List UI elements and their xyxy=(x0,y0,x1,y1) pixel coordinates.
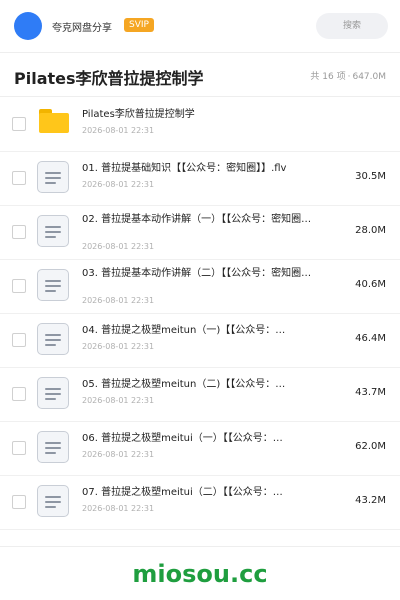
folder-icon xyxy=(39,109,69,133)
list-item[interactable]: 06. 普拉提之极塑meitui（一）【【公众号：… 2026-08-01 22… xyxy=(0,421,400,476)
item-name: 03. 普拉提基本动作讲解（二）【【公众号：密知圈… xyxy=(82,268,312,279)
item-date: 2026-08-01 22:31 xyxy=(82,396,155,405)
item-date: 2026-08-01 22:31 xyxy=(82,126,155,135)
item-size: 30.5M xyxy=(355,171,386,182)
list-item[interactable]: 01. 普拉提基础知识【【公众号：密知圈】】.flv 2026-08-01 22… xyxy=(0,151,400,206)
document-icon xyxy=(37,485,69,517)
folder-meta: 共 16 项 · 647.0M xyxy=(310,69,386,82)
item-date: 2026-08-01 22:31 xyxy=(82,242,155,251)
header-divider xyxy=(0,52,400,53)
meta-separator: · xyxy=(347,72,351,82)
select-checkbox[interactable] xyxy=(12,279,26,293)
item-count: 共 16 项 xyxy=(310,72,346,82)
item-name: 04. 普拉提之极塑meitun（一)【【公众号：… xyxy=(82,325,286,336)
avatar[interactable] xyxy=(14,12,42,40)
item-size: 43.2M xyxy=(355,495,386,506)
svip-badge: SVIP xyxy=(124,18,154,32)
search-placeholder: 搜索 xyxy=(342,21,361,31)
select-checkbox[interactable] xyxy=(12,333,26,347)
select-checkbox[interactable] xyxy=(12,495,26,509)
item-name: 02. 普拉提基本动作讲解（一）【【公众号：密知圈… xyxy=(82,214,312,225)
select-checkbox[interactable] xyxy=(12,441,26,455)
document-icon xyxy=(37,323,69,355)
item-size: 40.6M xyxy=(355,279,386,290)
total-size: 647.0M xyxy=(352,72,386,82)
item-name: 06. 普拉提之极塑meitui（一）【【公众号：… xyxy=(82,433,283,444)
share-title: 夸克网盘分享 xyxy=(52,23,112,34)
item-name: 01. 普拉提基础知识【【公众号：密知圈】】.flv xyxy=(82,163,287,174)
top-bar: 夸克网盘分享 SVIP 搜索 xyxy=(0,0,400,52)
list-item[interactable]: Pilates李欣普拉提控制学 2026-08-01 22:31 xyxy=(0,97,400,152)
list-item[interactable]: 02. 普拉提基本动作讲解（一）【【公众号：密知圈… 2026-08-01 22… xyxy=(0,205,400,260)
item-date: 2026-08-01 22:31 xyxy=(82,296,155,305)
list-item[interactable]: 05. 普拉提之极塑meitun（二)【【公众号：… 2026-08-01 22… xyxy=(0,367,400,422)
document-icon xyxy=(37,215,69,247)
item-name: 05. 普拉提之极塑meitun（二)【【公众号：… xyxy=(82,379,286,390)
select-checkbox[interactable] xyxy=(12,117,26,131)
item-size: 28.0M xyxy=(355,225,386,236)
list-item[interactable]: 04. 普拉提之极塑meitun（一)【【公众号：… 2026-08-01 22… xyxy=(0,313,400,368)
select-checkbox[interactable] xyxy=(12,171,26,185)
item-name: 07. 普拉提之极塑meitui（二）【【公众号：… xyxy=(82,487,283,498)
footer-divider xyxy=(0,546,400,547)
item-size: 46.4M xyxy=(355,333,386,344)
item-date: 2026-08-01 22:31 xyxy=(82,504,155,513)
item-date: 2026-08-01 22:31 xyxy=(82,342,155,351)
item-size: 62.0M xyxy=(355,441,386,452)
list-item[interactable]: 07. 普拉提之极塑meitui（二）【【公众号：… 2026-08-01 22… xyxy=(0,475,400,530)
search-input[interactable]: 搜索 xyxy=(316,13,388,39)
document-icon xyxy=(37,269,69,301)
item-size: 43.7M xyxy=(355,387,386,398)
item-name: Pilates李欣普拉提控制学 xyxy=(82,109,195,120)
document-icon xyxy=(37,377,69,409)
item-date: 2026-08-01 22:31 xyxy=(82,180,155,189)
document-icon xyxy=(37,161,69,193)
page-title: Pilates李欣普拉提控制学 xyxy=(14,69,204,88)
list-item[interactable]: 03. 普拉提基本动作讲解（二）【【公众号：密知圈… 2026-08-01 22… xyxy=(0,259,400,314)
document-icon xyxy=(37,431,69,463)
select-checkbox[interactable] xyxy=(12,225,26,239)
item-date: 2026-08-01 22:31 xyxy=(82,450,155,459)
select-checkbox[interactable] xyxy=(12,387,26,401)
site-watermark: miosou.cc xyxy=(132,560,268,588)
